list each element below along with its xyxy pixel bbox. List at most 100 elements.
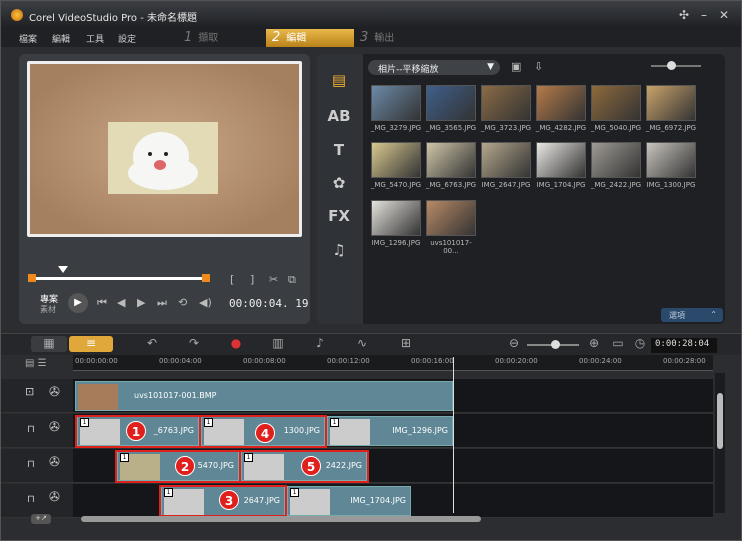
- options-button[interactable]: 選項 ⌃: [661, 308, 723, 322]
- thumbnail-label: IMG_1704.JPG: [536, 181, 586, 189]
- mark-out-button[interactable]: ]: [250, 273, 254, 286]
- step-badge: 1: [126, 421, 146, 441]
- library-thumbnail[interactable]: [426, 142, 476, 178]
- timeline-view-button[interactable]: ≡: [69, 336, 113, 352]
- end-button[interactable]: ⏭: [157, 296, 167, 310]
- previous-frame-button[interactable]: ◀: [117, 296, 125, 309]
- close-button[interactable]: ✕: [717, 8, 731, 22]
- next-frame-button[interactable]: ▶: [137, 296, 145, 309]
- storyboard-view-button[interactable]: ▦: [31, 336, 67, 352]
- transition-icon[interactable]: AB: [327, 107, 351, 125]
- library-dropdown[interactable]: 相片--平移縮放 ▼: [368, 60, 500, 75]
- clip-thumbnail: [78, 384, 118, 410]
- record-capture-icon[interactable]: ●: [225, 336, 247, 352]
- library-thumbnail[interactable]: [426, 85, 476, 121]
- overlay-clip[interactable]: 1 IMG_1296.JPG: [327, 416, 453, 446]
- timeline-timecode[interactable]: 0:00:28:04: [651, 338, 717, 353]
- enlarge-icon[interactable]: ⧉: [288, 273, 296, 287]
- media-folder-icon[interactable]: ▤: [327, 71, 351, 89]
- preview-screen: [27, 61, 302, 237]
- thumbnail-label: _MG_2422.JPG: [590, 181, 642, 189]
- library-thumbnail[interactable]: [536, 142, 586, 178]
- menu-edit[interactable]: 編輯: [52, 32, 70, 45]
- library-thumbnail[interactable]: [371, 85, 421, 121]
- ruler-tick: 00:00:12:00: [327, 357, 370, 365]
- waveform-icon[interactable]: ∿: [351, 336, 373, 352]
- background-clip[interactable]: uvs101017-001.BMP: [75, 381, 453, 411]
- import-icon[interactable]: ⇩: [534, 60, 543, 73]
- graphic-icon[interactable]: ✿: [327, 174, 351, 192]
- fit-project-icon[interactable]: ▭: [607, 336, 629, 352]
- library-thumbnail[interactable]: [646, 85, 696, 121]
- auto-music-icon[interactable]: ♪: [309, 336, 331, 352]
- library-thumbnail[interactable]: [646, 142, 696, 178]
- video-track-header[interactable]: ⊡ ✇: [1, 379, 73, 413]
- overlay-track-2-header[interactable]: ⊓ ✇: [1, 449, 73, 483]
- settings-icon[interactable]: ✣: [677, 8, 691, 22]
- step-edit[interactable]: 2 編輯: [266, 29, 354, 47]
- library-thumbnail[interactable]: [536, 85, 586, 121]
- chevron-up-icon: ⌃: [710, 310, 717, 319]
- clip-name: IMG_1704.JPG: [350, 496, 406, 505]
- title-icon[interactable]: T: [327, 141, 351, 159]
- thumbnail-size-slider[interactable]: [651, 61, 701, 70]
- library-thumbnail[interactable]: [371, 142, 421, 178]
- library-thumbnail[interactable]: [371, 200, 421, 236]
- scrub-bar[interactable]: [28, 266, 210, 285]
- repeat-icon[interactable]: ⟲: [178, 296, 187, 309]
- menu-settings[interactable]: 設定: [118, 32, 136, 45]
- menu-tools[interactable]: 工具: [86, 32, 104, 45]
- home-button[interactable]: ⏮: [97, 296, 107, 310]
- redo-icon[interactable]: ↷: [183, 336, 205, 352]
- track-manager-icon[interactable]: ⊞: [395, 336, 417, 352]
- trim-end-marker[interactable]: [202, 274, 210, 282]
- track-view-icon[interactable]: ▤ ☰: [25, 358, 47, 369]
- ruler-tick: 00:00:28:00: [663, 357, 706, 365]
- zoom-slider[interactable]: [527, 340, 579, 349]
- step-share[interactable]: 3 輸出: [354, 29, 442, 47]
- overlay-track-3-header[interactable]: ⊓ ✇: [1, 484, 73, 518]
- volume-icon[interactable]: ◀): [199, 296, 212, 309]
- library-thumbnail[interactable]: [426, 200, 476, 236]
- step-capture[interactable]: 1 擷取: [178, 29, 266, 47]
- audio-icon[interactable]: ♫: [327, 241, 351, 259]
- lock-icon[interactable]: ⊓: [27, 494, 35, 505]
- thumbnail-label: uvs101017-00...: [430, 239, 472, 255]
- trim-start-marker[interactable]: [28, 274, 36, 282]
- menu-file[interactable]: 檔案: [19, 32, 37, 45]
- filter-icon[interactable]: FX: [327, 207, 351, 225]
- library-thumbnail[interactable]: [481, 142, 531, 178]
- lock-icon[interactable]: ⊓: [27, 459, 35, 470]
- player-timecode[interactable]: 00:00:04. 19: [229, 297, 308, 310]
- thumbnail-label: _MG_3565.JPG: [425, 124, 477, 132]
- title-bar: Corel VideoStudio Pro - 未命名標題 ✣ – ✕: [1, 1, 741, 29]
- horizontal-scrollbar[interactable]: [81, 516, 481, 522]
- audio-mixer-icon[interactable]: ▥: [267, 336, 289, 352]
- track-options-button[interactable]: +↗: [31, 514, 51, 524]
- cut-icon[interactable]: ✂: [269, 273, 278, 286]
- library-thumbnail[interactable]: [591, 142, 641, 178]
- zoom-in-icon[interactable]: ⊕: [583, 336, 605, 352]
- film-reel-icon: ✇: [49, 490, 60, 505]
- lock-icon[interactable]: ⊓: [27, 424, 35, 435]
- timeline-ruler[interactable]: 00:00:00:00 00:00:04:00 00:00:08:00 00:0…: [73, 355, 713, 371]
- library-thumbnail[interactable]: [591, 85, 641, 121]
- overlay-clip[interactable]: 1 IMG_1704.JPG: [287, 486, 411, 516]
- clip-mode-label[interactable]: 素材: [40, 304, 56, 315]
- track-lock-icon[interactable]: ⊡: [25, 385, 34, 398]
- thumbnail-label: _MG_6972.JPG: [645, 124, 697, 132]
- add-folder-icon[interactable]: ▣: [511, 60, 521, 73]
- library-thumbnail[interactable]: [481, 85, 531, 121]
- step-badge: 3: [219, 490, 239, 510]
- vertical-scrollbar[interactable]: [715, 373, 725, 513]
- thumbnail-label: _MG_4282.JPG: [535, 124, 587, 132]
- step-badge: 4: [255, 423, 275, 443]
- playhead[interactable]: [453, 357, 454, 513]
- minimize-button[interactable]: –: [697, 8, 711, 22]
- mark-in-button[interactable]: [: [230, 273, 234, 286]
- scrub-handle[interactable]: [58, 266, 68, 273]
- undo-icon[interactable]: ↶: [141, 336, 163, 352]
- zoom-out-icon[interactable]: ⊖: [503, 336, 525, 352]
- play-button[interactable]: ▶: [68, 293, 88, 313]
- overlay-track-1-header[interactable]: ⊓ ✇: [1, 414, 73, 448]
